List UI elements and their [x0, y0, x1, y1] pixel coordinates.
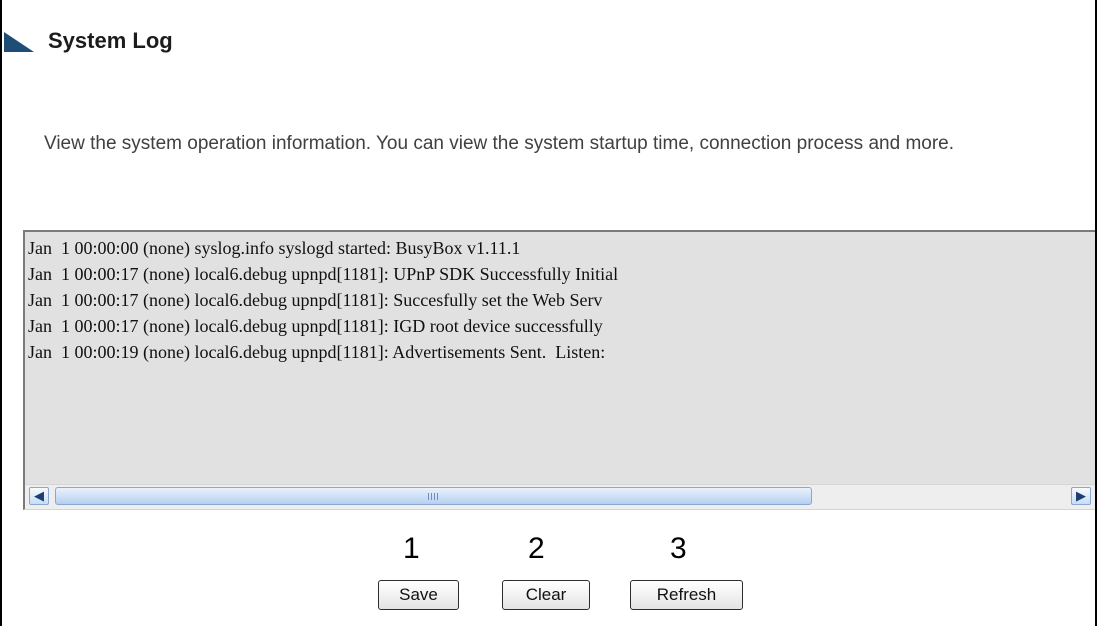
log-line: Jan 1 00:00:17 (none) local6.debug upnpd…: [28, 316, 603, 336]
system-log-textarea[interactable]: Jan 1 00:00:00 (none) syslog.info syslog…: [23, 230, 1095, 510]
refresh-step-number: 3: [670, 532, 687, 565]
page-description: View the system operation information. Y…: [44, 133, 955, 154]
scrollbar-thumb[interactable]: [55, 487, 812, 505]
log-line: Jan 1 00:00:00 (none) syslog.info syslog…: [28, 238, 521, 258]
save-step-number: 1: [403, 532, 420, 565]
scroll-right-arrow-icon[interactable]: ▶: [1071, 487, 1091, 505]
horizontal-scrollbar[interactable]: ◀ ▶: [25, 484, 1095, 509]
scroll-left-arrow-icon[interactable]: ◀: [29, 487, 49, 505]
refresh-button[interactable]: Refresh: [630, 580, 743, 610]
clear-button[interactable]: Clear: [502, 580, 590, 610]
log-line: Jan 1 00:00:19 (none) local6.debug upnpd…: [28, 342, 606, 362]
clear-step-number: 2: [528, 532, 545, 565]
page-title: System Log: [48, 28, 173, 53]
log-lines: Jan 1 00:00:00 (none) syslog.info syslog…: [28, 235, 1095, 365]
log-line: Jan 1 00:00:17 (none) local6.debug upnpd…: [28, 264, 619, 284]
title-triangle-icon: [4, 32, 34, 52]
save-button[interactable]: Save: [378, 580, 459, 610]
grip-icon: [427, 493, 440, 500]
log-line: Jan 1 00:00:17 (none) local6.debug upnpd…: [28, 290, 603, 310]
